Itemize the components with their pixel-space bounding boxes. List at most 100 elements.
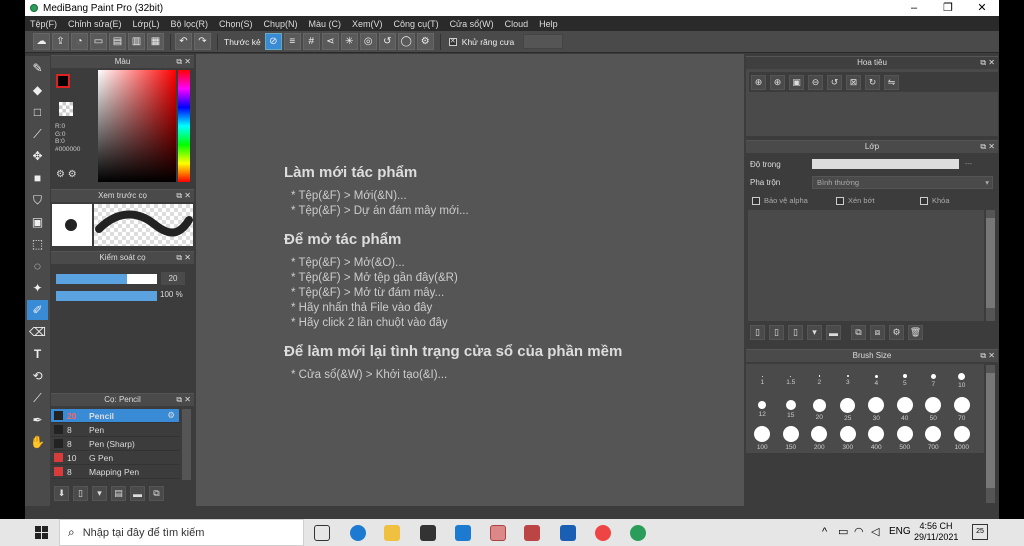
zoom-fit-icon[interactable]: ⊕ — [751, 74, 766, 90]
battery-icon[interactable]: ▭ — [838, 525, 848, 538]
eyedropper-tool-icon[interactable]: ⟋ — [27, 388, 48, 408]
brush-size-preset[interactable]: 5 — [891, 366, 920, 395]
task-view-icon[interactable] — [314, 525, 330, 541]
brush-settings-icon[interactable]: ⚙ — [167, 410, 175, 421]
input-language[interactable]: ENG — [889, 526, 911, 537]
page-icon[interactable]: ▤ — [109, 33, 126, 50]
photos-icon[interactable] — [490, 525, 506, 541]
brush-size-preset[interactable]: 1 — [748, 366, 777, 395]
panel-controls-icon[interactable]: ⧉ ✕ — [980, 141, 995, 153]
transparent-color-swatch[interactable] — [59, 102, 73, 116]
brush-tool-icon[interactable]: ✎ — [27, 58, 48, 78]
zoom-out-icon[interactable]: ⊖ — [808, 74, 823, 90]
new-layer-icon[interactable]: ▯ — [750, 325, 765, 340]
parallel-ruler-icon[interactable]: ≡ — [283, 33, 301, 50]
brush-list-item[interactable]: 8 Pen — [51, 423, 179, 437]
brush-list-item[interactable]: 8 Mapping Pen — [51, 465, 179, 479]
brush-size-preset[interactable]: 150 — [777, 424, 806, 453]
clipping-checkbox[interactable] — [836, 196, 844, 205]
minimize-button[interactable]: – — [897, 0, 931, 16]
clock[interactable]: 4:56 CH 29/11/2021 — [914, 521, 958, 543]
protect-alpha-checkbox[interactable] — [752, 196, 760, 205]
menu-item[interactable]: Màu (C) — [309, 19, 342, 29]
blend-mode-select[interactable]: Bình thường ▾ — [812, 176, 993, 189]
maximize-button[interactable]: ❐ — [931, 0, 965, 16]
brush-size-preset[interactable]: 10 — [948, 366, 977, 395]
palette-icon[interactable]: ⚙ ⚙ — [56, 169, 77, 180]
panel-controls-icon[interactable]: ⧉ ✕ — [980, 350, 995, 362]
flip-icon[interactable]: ⇋ — [884, 74, 899, 90]
chevron-up-icon[interactable]: ^ — [822, 526, 827, 538]
taskbar-search-box[interactable]: ⌕ Nhập tại đây để tìm kiếm — [59, 519, 304, 546]
brush-size-preset[interactable]: 2 — [805, 366, 834, 395]
fit-screen-icon[interactable]: ▣ — [789, 74, 804, 90]
brush-list-item[interactable]: 8 Pen (Sharp) — [51, 437, 179, 451]
lock-checkbox[interactable] — [920, 196, 928, 205]
magic-wand-tool-icon[interactable]: ✦ — [27, 278, 48, 298]
layout-icon[interactable]: ▦ — [147, 33, 164, 50]
brush-size-preset[interactable]: 200 — [805, 424, 834, 453]
pen-tool-icon[interactable]: ✒ — [27, 410, 48, 430]
ellipse-ruler-icon[interactable]: ◯ — [397, 33, 415, 50]
brush-size-slider[interactable] — [56, 274, 157, 284]
duplicate-icon[interactable]: ⧉ — [149, 486, 164, 501]
settings-icon[interactable]: ⚙ — [416, 33, 434, 50]
menu-item[interactable]: Chọn(S) — [219, 19, 253, 29]
select-pen-tool-icon[interactable]: ✐ — [27, 300, 48, 320]
brush-size-preset[interactable]: 50 — [919, 395, 948, 424]
panel-controls-icon[interactable]: ⧉ ✕ — [176, 252, 191, 264]
move-tool-icon[interactable]: ✥ — [27, 146, 48, 166]
brush-size-value[interactable]: 20 — [161, 272, 185, 285]
divide-tool-icon[interactable]: ⟲ — [27, 366, 48, 386]
radial-ruler-icon[interactable]: ✳ — [340, 33, 358, 50]
chrome-icon[interactable] — [595, 525, 611, 541]
menu-item[interactable]: Cloud — [505, 19, 529, 29]
close-button[interactable]: ✕ — [965, 0, 999, 16]
brush-size-preset[interactable]: 1000 — [948, 424, 977, 453]
menu-item[interactable]: Chụp(N) — [264, 19, 298, 29]
comic-icon[interactable]: ▭ — [90, 33, 107, 50]
brush-size-preset[interactable]: 30 — [862, 395, 891, 424]
menu-item[interactable]: Công cụ(T) — [394, 19, 439, 29]
brush-size-preset[interactable]: 1.5 — [777, 366, 806, 395]
brush-list-scrollbar[interactable] — [182, 409, 191, 480]
fill-rect-tool-icon[interactable]: ■ — [27, 168, 48, 188]
add-layer-menu-icon[interactable]: ▾ — [807, 325, 822, 340]
brush-size-preset[interactable]: 7 — [919, 366, 948, 395]
panel-controls-icon[interactable]: ⧉ ✕ — [176, 394, 191, 406]
brush-size-preset[interactable]: 100 — [748, 424, 777, 453]
brush-size-preset[interactable]: 15 — [777, 395, 806, 424]
gradient-tool-icon[interactable]: ▣ — [27, 212, 48, 232]
outlook-icon[interactable] — [560, 525, 576, 541]
bucket-tool-icon[interactable]: ⛉ — [27, 190, 48, 210]
brush-size-preset[interactable]: 25 — [834, 395, 863, 424]
foreground-color-swatch[interactable] — [56, 74, 70, 88]
store-icon[interactable] — [420, 525, 436, 541]
brush-size-preset[interactable]: 40 — [891, 395, 920, 424]
panel-controls-icon[interactable]: ⧉ ✕ — [176, 56, 191, 68]
layer-list-scrollbar[interactable] — [986, 210, 995, 321]
undo-icon[interactable]: ↶ — [175, 33, 192, 50]
brush-size-preset[interactable]: 20 — [805, 395, 834, 424]
brush-size-preset[interactable]: 300 — [834, 424, 863, 453]
brush-size-preset[interactable]: 3 — [834, 366, 863, 395]
select-tool-icon[interactable]: ⬚ — [27, 234, 48, 254]
zoom-in-icon[interactable]: ⊕ — [770, 74, 785, 90]
volume-icon[interactable]: ◁ — [871, 525, 879, 538]
grid-ruler-icon[interactable]: # — [302, 33, 320, 50]
layer-list[interactable] — [748, 210, 984, 321]
antialias-checkbox[interactable]: ✕ — [448, 37, 457, 46]
new-brush-icon[interactable]: ▯ — [73, 486, 88, 501]
brush-opacity-slider[interactable] — [56, 291, 157, 301]
concentric-ruler-icon[interactable]: ◎ — [359, 33, 377, 50]
menu-item[interactable]: Cửa sổ(W) — [450, 19, 494, 29]
mail-icon[interactable] — [455, 525, 471, 541]
layer-folder-icon[interactable]: ▬ — [826, 325, 841, 340]
perspective-ruler-icon[interactable]: ⋖ — [321, 33, 339, 50]
comment-icon[interactable]: ◔ — [71, 33, 88, 50]
lasso-tool-icon[interactable]: ◌ — [27, 256, 48, 276]
layer-opacity-slider[interactable] — [812, 159, 959, 169]
brush-size-preset[interactable]: 12 — [748, 395, 777, 424]
brush-list-item[interactable]: 20 Pencil ⚙ — [51, 409, 179, 423]
brush-size-scrollbar[interactable] — [986, 365, 995, 503]
